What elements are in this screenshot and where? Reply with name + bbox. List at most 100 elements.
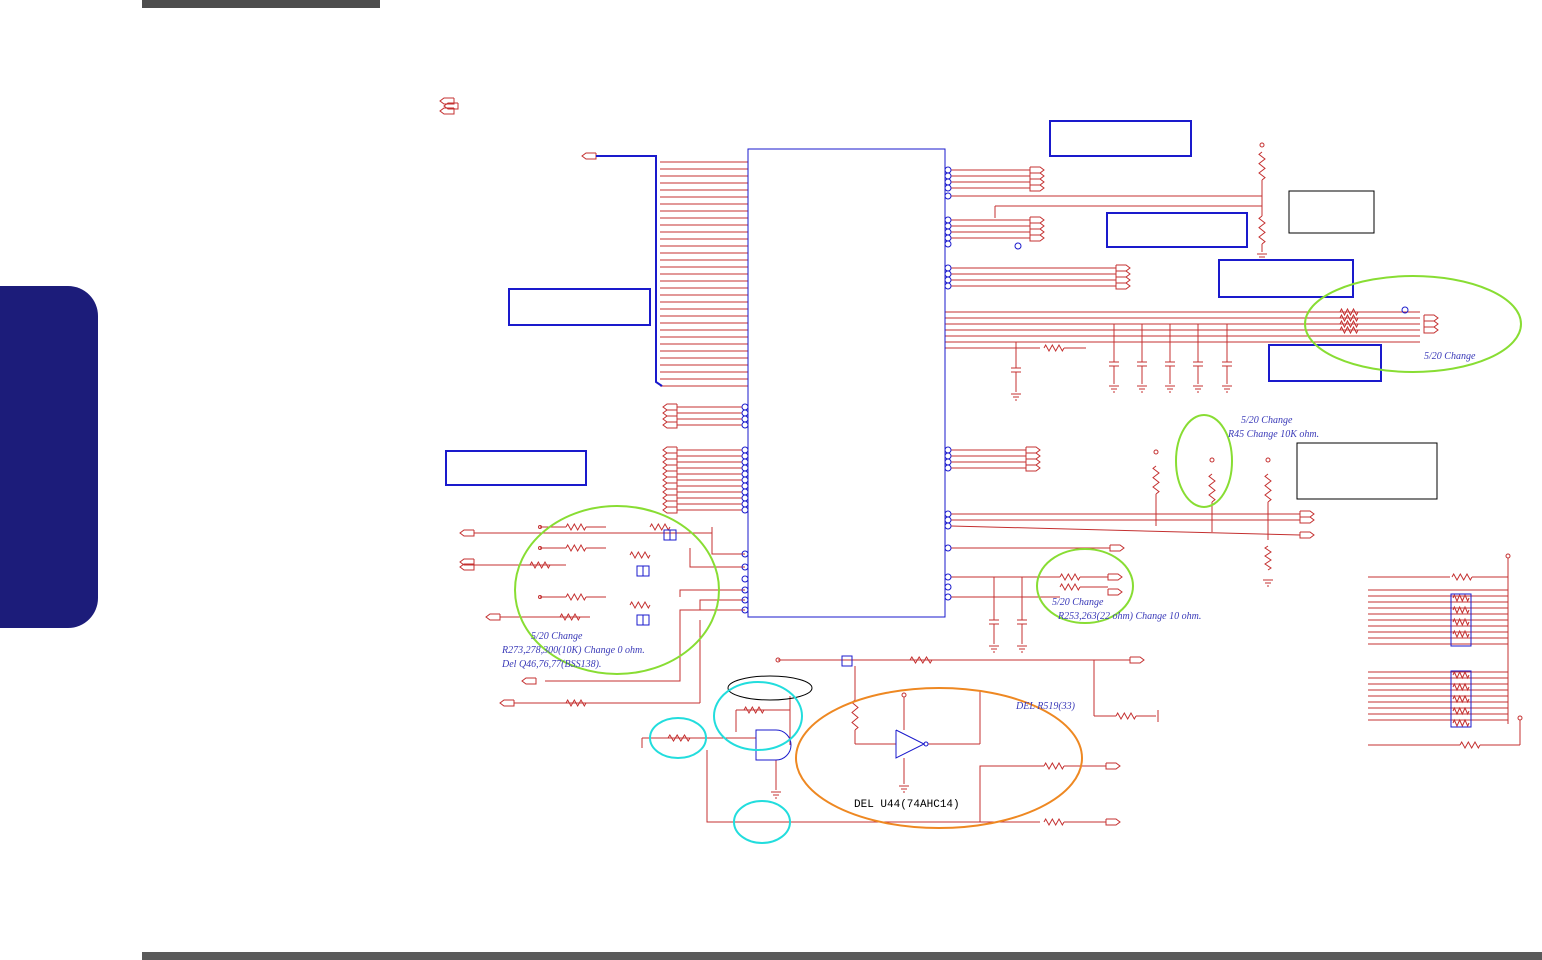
offpage-connector	[662, 464, 678, 472]
resistor	[1339, 325, 1359, 335]
ic-pin	[741, 494, 749, 502]
offpage-connector	[1423, 314, 1439, 322]
ic-pin	[944, 282, 952, 290]
ic-pin	[944, 240, 952, 248]
offpage-connector	[662, 415, 678, 423]
ic-pin	[944, 510, 952, 518]
ic-pin	[741, 575, 749, 583]
resistor	[565, 592, 587, 602]
offpage-connector	[1025, 452, 1041, 460]
power-node	[1265, 457, 1271, 463]
offpage-connector	[1105, 762, 1121, 770]
resistor	[629, 600, 651, 610]
power-node	[1259, 142, 1265, 148]
pin-wire	[706, 750, 1040, 823]
offpage-connector	[1025, 458, 1041, 466]
change-note: 5/20 Change	[1052, 597, 1104, 608]
power-node	[1153, 449, 1159, 455]
offpage-connector	[1029, 166, 1045, 174]
offpage-connector	[662, 452, 678, 460]
change-highlight-circle	[1175, 414, 1233, 508]
change-note: 5/20 Change	[1424, 351, 1476, 362]
footer-bar	[142, 952, 1542, 960]
offpage-connector	[521, 677, 537, 685]
resistor	[565, 543, 587, 553]
ic-pin	[741, 421, 749, 429]
resistor	[1043, 761, 1065, 771]
offpage-connector	[1299, 516, 1315, 524]
net-label-box	[1106, 212, 1248, 248]
offpage-connector	[662, 403, 678, 411]
pin-wire	[950, 525, 1301, 536]
resistor	[1208, 473, 1216, 503]
ic-pin	[741, 476, 749, 484]
ic-pin	[944, 544, 952, 552]
ic-pin	[944, 583, 952, 591]
delete-label: DEL U44(74AHC14)	[854, 799, 960, 811]
ic-pin	[944, 593, 952, 601]
resistor	[565, 522, 587, 532]
offpage-connector	[1029, 178, 1045, 186]
schematic-diagram	[439, 97, 1523, 844]
ic-pin	[944, 276, 952, 284]
ic-pin	[741, 452, 749, 460]
ic-pin	[944, 222, 952, 230]
change-note-detail: R253,263(22 ohm) Change 10 ohm.	[1058, 611, 1202, 622]
offpage-connector	[662, 476, 678, 484]
net-label-box	[1268, 344, 1382, 382]
resistor	[629, 550, 651, 560]
resistor	[1059, 582, 1081, 592]
pin-wire	[689, 548, 745, 568]
ic-pin	[944, 234, 952, 242]
ic-pin	[741, 464, 749, 472]
offpage-connector	[662, 482, 678, 490]
offpage-connector	[1029, 184, 1045, 192]
offpage-connector	[1115, 270, 1131, 278]
ic-pin	[944, 573, 952, 581]
offpage-connector	[1109, 544, 1125, 552]
ic-pin	[944, 172, 952, 180]
label-box	[1288, 190, 1375, 234]
offpage-connector	[1115, 264, 1131, 272]
ic-pin	[944, 458, 952, 466]
ic-pin	[944, 464, 952, 472]
change-highlights	[514, 275, 1522, 844]
offpage-connector	[1029, 216, 1045, 224]
resistor	[1115, 711, 1137, 721]
resistor	[559, 612, 581, 622]
offpage-connector	[662, 500, 678, 508]
offpage-connector	[1029, 222, 1045, 230]
ic-pin	[944, 178, 952, 186]
ic-pin	[944, 516, 952, 524]
resistor	[743, 705, 765, 715]
power-node	[901, 692, 907, 698]
offpage-connector	[1107, 588, 1123, 596]
offpage-connector	[1423, 326, 1439, 334]
deleted-part-outline	[727, 675, 813, 701]
change-note: 5/20 Change	[531, 631, 583, 642]
ic-pin	[741, 446, 749, 454]
offpage-connector	[1029, 228, 1045, 236]
resistor	[851, 699, 859, 731]
resistor	[1452, 718, 1470, 728]
pin-wire	[679, 589, 745, 597]
ic-pin	[741, 488, 749, 496]
ic-pin	[944, 228, 952, 236]
offpage-connector	[1025, 446, 1041, 454]
ic-pin	[741, 458, 749, 466]
ic-pin	[944, 192, 952, 200]
ic-pin	[741, 470, 749, 478]
offpage-connector	[662, 458, 678, 466]
ic-pin	[741, 506, 749, 514]
offpage-connector	[499, 699, 515, 707]
resistor	[565, 698, 587, 708]
resistor	[1339, 307, 1359, 317]
resistor	[1452, 694, 1470, 704]
offpage-connector	[1025, 464, 1041, 472]
schematic-wires	[439, 97, 1523, 827]
resistor	[1459, 740, 1481, 750]
resistor	[1452, 682, 1470, 692]
ic-pin	[944, 522, 952, 530]
ic-pin	[944, 446, 952, 454]
resistor	[1451, 572, 1473, 582]
